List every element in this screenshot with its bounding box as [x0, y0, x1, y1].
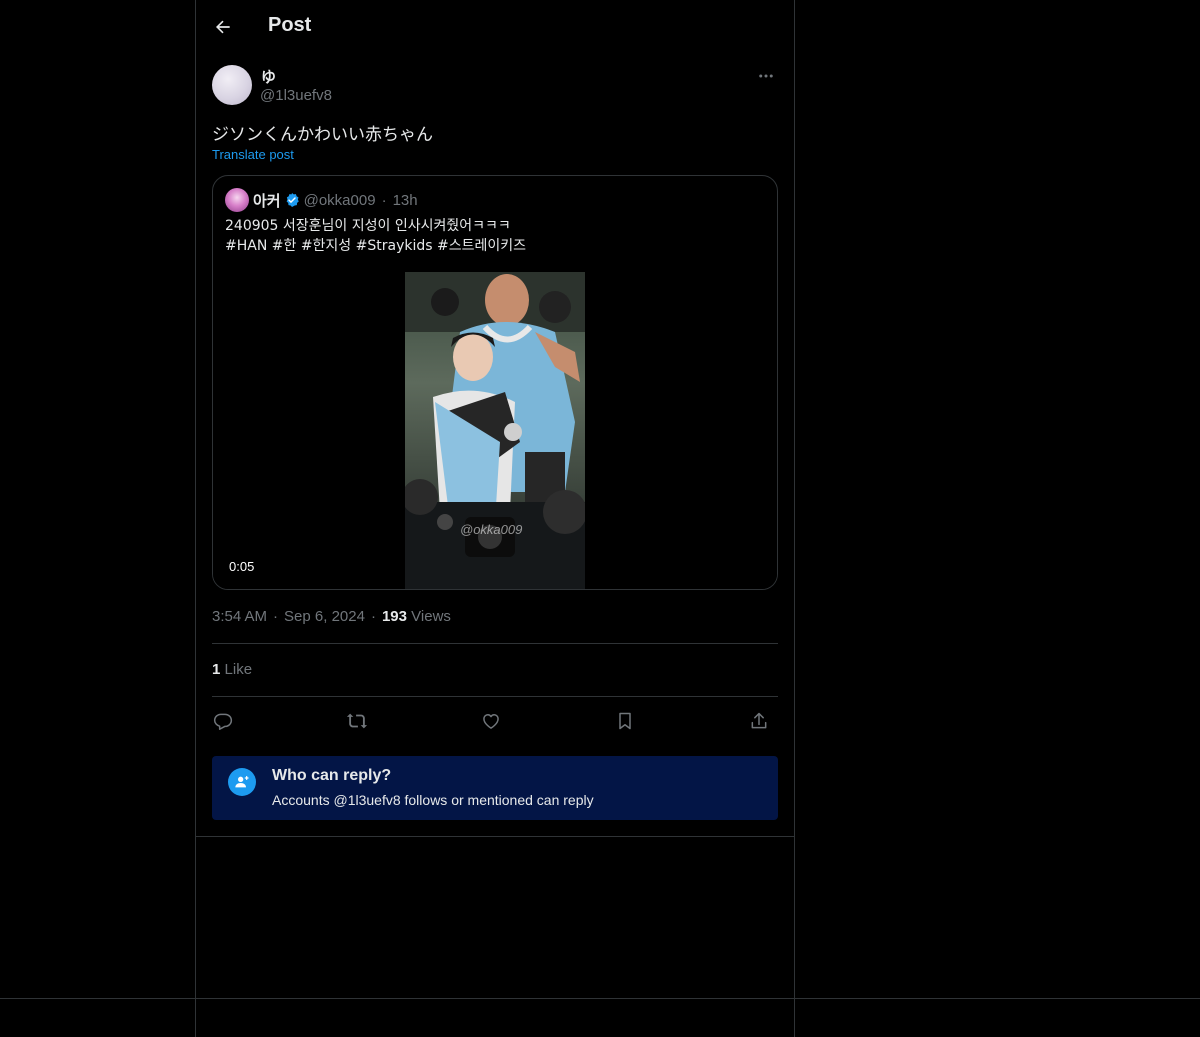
quoted-post-header: 아커 @okka009 · 13h — [225, 188, 418, 212]
verified-badge-icon — [284, 192, 300, 208]
bottom-border — [0, 998, 1200, 999]
arrow-left-icon — [216, 20, 230, 34]
author-name[interactable]: ゆ — [261, 66, 276, 87]
page-header: Post — [196, 0, 794, 56]
separator-dot: · — [381, 191, 387, 209]
more-button[interactable] — [754, 64, 778, 88]
quoted-post[interactable]: 아커 @okka009 · 13h 240905 서장훈님이 지성이 인사시켜줬… — [212, 175, 778, 590]
post-date[interactable]: Sep 6, 2024 — [284, 608, 365, 625]
video-thumbnail[interactable]: @okka009 — [405, 272, 585, 589]
who-can-reply-notice: Who can reply? Accounts @1l3uefv8 follow… — [212, 756, 778, 820]
user-check-icon — [228, 768, 256, 796]
more-horizontal-icon — [759, 74, 773, 78]
page-title: Post — [268, 14, 312, 36]
author-row: ゆ @1l3uefv8 — [212, 64, 778, 108]
quoted-post-text: 240905 서장훈님이 지성이 인사시켜줬어ㅋㅋㅋ #HAN #한 #한지성 … — [225, 216, 765, 256]
video-watermark: @okka009 — [460, 522, 522, 537]
page: Post ゆ @1l3uefv8 ジソンくんかわいい赤ちゃん Translate… — [0, 0, 1200, 1037]
quoted-author-handle: @okka009 — [303, 191, 376, 209]
video-player[interactable]: @okka009 0:05 — [213, 272, 777, 589]
share-button[interactable] — [744, 706, 774, 736]
separator-dot: · — [370, 608, 376, 625]
quoted-hashtags: #HAN #한 #한지성 #Straykids #스트레이키즈 — [225, 238, 527, 254]
repost-icon — [346, 713, 368, 729]
main-column: Post ゆ @1l3uefv8 ジソンくんかわいい赤ちゃん Translate… — [195, 0, 795, 1037]
repost-button[interactable] — [342, 706, 372, 736]
views-count: 193 — [381, 608, 407, 625]
views-label: Views — [411, 608, 451, 625]
reply-notice-title: Who can reply? — [272, 767, 392, 784]
reply-icon — [213, 713, 233, 730]
quoted-text-line: 240905 서장훈님이 지성이 인사시켜줬어ㅋㅋㅋ — [225, 218, 511, 234]
heart-icon — [483, 714, 499, 729]
divider — [212, 643, 778, 644]
separator-dot: · — [273, 608, 279, 625]
post-meta: 3:54 AM · Sep 6, 2024 · 193 Views — [212, 608, 451, 625]
bookmark-button[interactable] — [610, 706, 640, 736]
quoted-post-time: 13h — [392, 191, 418, 209]
reply-notice-text: Accounts @1l3uefv8 follows or mentioned … — [272, 792, 594, 808]
action-bar — [212, 706, 778, 736]
like-button[interactable] — [476, 706, 506, 736]
likes-label: Like — [224, 661, 253, 678]
video-duration: 0:05 — [223, 557, 261, 576]
quoted-author-name: 아커 — [253, 191, 281, 210]
likes-count: 1 — [212, 661, 221, 678]
divider — [212, 696, 778, 697]
reply-button[interactable] — [208, 706, 238, 736]
author-handle[interactable]: @1l3uefv8 — [260, 87, 332, 104]
translate-post-link[interactable]: Translate post — [212, 147, 294, 162]
avatar[interactable] — [212, 65, 252, 105]
divider — [196, 836, 794, 837]
likes-summary[interactable]: 1 Like — [212, 661, 252, 678]
back-button[interactable] — [208, 12, 238, 42]
share-icon — [751, 712, 767, 729]
post-text: ジソンくんかわいい赤ちゃん — [212, 125, 433, 145]
bookmark-icon — [619, 712, 631, 730]
quoted-avatar — [225, 188, 249, 212]
post-time[interactable]: 3:54 AM — [212, 608, 267, 625]
